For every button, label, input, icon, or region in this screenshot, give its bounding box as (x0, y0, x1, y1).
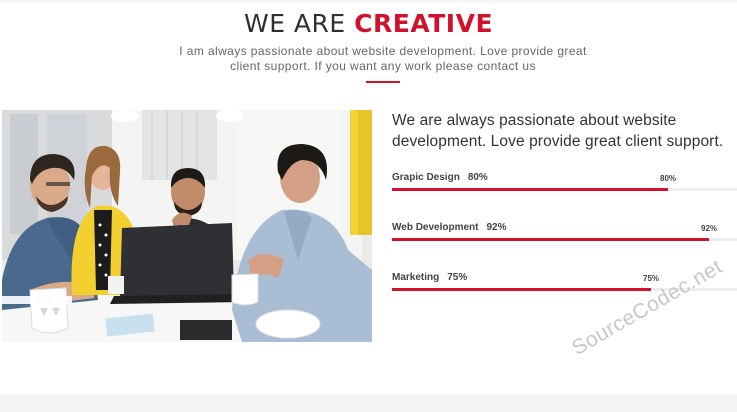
skill-progress-track (392, 238, 737, 241)
skill-label: Marketing 75% (392, 272, 467, 283)
heading-divider (366, 81, 400, 83)
skill-progress-fill (392, 238, 710, 241)
skill-label: Grapic Design 80% (392, 172, 488, 183)
bottom-strip (0, 394, 737, 412)
skill-name: Web Development (392, 222, 479, 233)
about-lead-text: We are always passionate about website d… (392, 112, 724, 150)
skill-tip-percent: 92% (700, 224, 718, 233)
skill-graphic-design: Grapic Design 80% 80% (392, 172, 737, 198)
section-heading: WE ARE CREATIVE (0, 9, 737, 39)
skill-percent: 80% (467, 172, 488, 183)
team-meeting-photo (2, 110, 372, 342)
skill-name: Grapic Design (392, 172, 460, 183)
watermark-text: SourceCodec.net (568, 255, 727, 360)
heading-prefix: WE ARE (243, 9, 346, 38)
skill-percent: 75% (447, 272, 468, 283)
heading-accent: CREATIVE (354, 9, 494, 38)
skill-progress-fill (392, 288, 651, 291)
skill-progress-fill (392, 188, 668, 191)
skill-tip-percent: 75% (642, 274, 660, 283)
skill-web-development: Web Development 92% 92% (392, 222, 737, 248)
section-intro: I am always passionate about website dev… (179, 44, 587, 73)
skill-progress-track (392, 188, 737, 191)
skill-percent: 92% (486, 222, 507, 233)
skill-name: Marketing (392, 272, 440, 283)
skill-label: Web Development 92% (392, 222, 507, 233)
top-strip (0, 0, 737, 3)
skill-tip-percent: 80% (659, 174, 677, 183)
